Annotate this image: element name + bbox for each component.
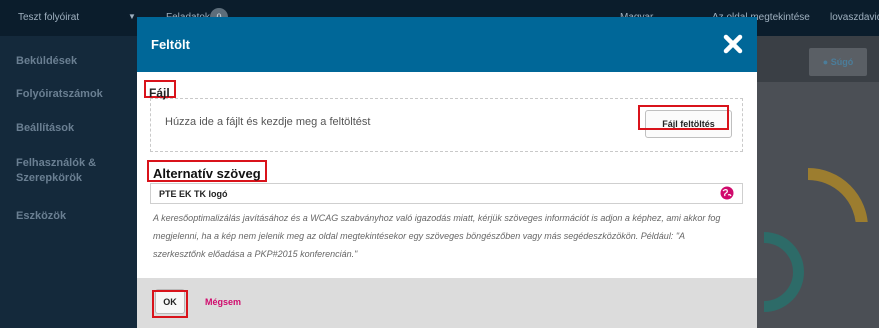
alt-text-label: Alternatív szöveg xyxy=(153,166,261,181)
upload-button-highlight xyxy=(638,105,729,130)
upload-modal: Feltölt Fájl Húzza ide a fájlt és kezdje… xyxy=(137,17,757,328)
sidebar-item-users-roles[interactable]: Felhasználók & Szerepkörök xyxy=(16,156,134,186)
help-button[interactable]: ● Súgó xyxy=(809,48,867,76)
ok-button-highlight xyxy=(152,290,188,318)
user-menu[interactable]: lovaszdavid xyxy=(830,12,879,23)
cancel-link[interactable]: Mégsem xyxy=(205,297,241,307)
help-icon: ● xyxy=(822,57,829,67)
language-globe-icon[interactable] xyxy=(720,186,734,200)
sidebar-item-submissions[interactable]: Beküldések xyxy=(16,54,134,69)
alt-text-input[interactable] xyxy=(150,183,743,204)
sidebar: Beküldések Folyóiratszámok Beállítások F… xyxy=(0,36,137,328)
dropzone-text: Húzza ide a fájlt és kezdje meg a feltöl… xyxy=(165,116,371,128)
site-dropdown-icon[interactable]: ▼ xyxy=(128,12,136,21)
sidebar-item-issues[interactable]: Folyóiratszámok xyxy=(16,87,134,102)
sidebar-item-tools[interactable]: Eszközök xyxy=(16,209,134,224)
modal-footer: OK Mégsem xyxy=(137,278,757,328)
modal-header: Feltölt xyxy=(137,17,757,72)
alt-text-help: A keresőoptimalizálás javításához és a W… xyxy=(153,213,721,259)
site-name[interactable]: Teszt folyóirat xyxy=(18,12,79,23)
sidebar-item-settings[interactable]: Beállítások xyxy=(16,121,134,136)
help-label: Súgó xyxy=(830,57,854,67)
modal-title: Feltölt xyxy=(151,37,190,52)
close-icon[interactable] xyxy=(721,32,745,56)
